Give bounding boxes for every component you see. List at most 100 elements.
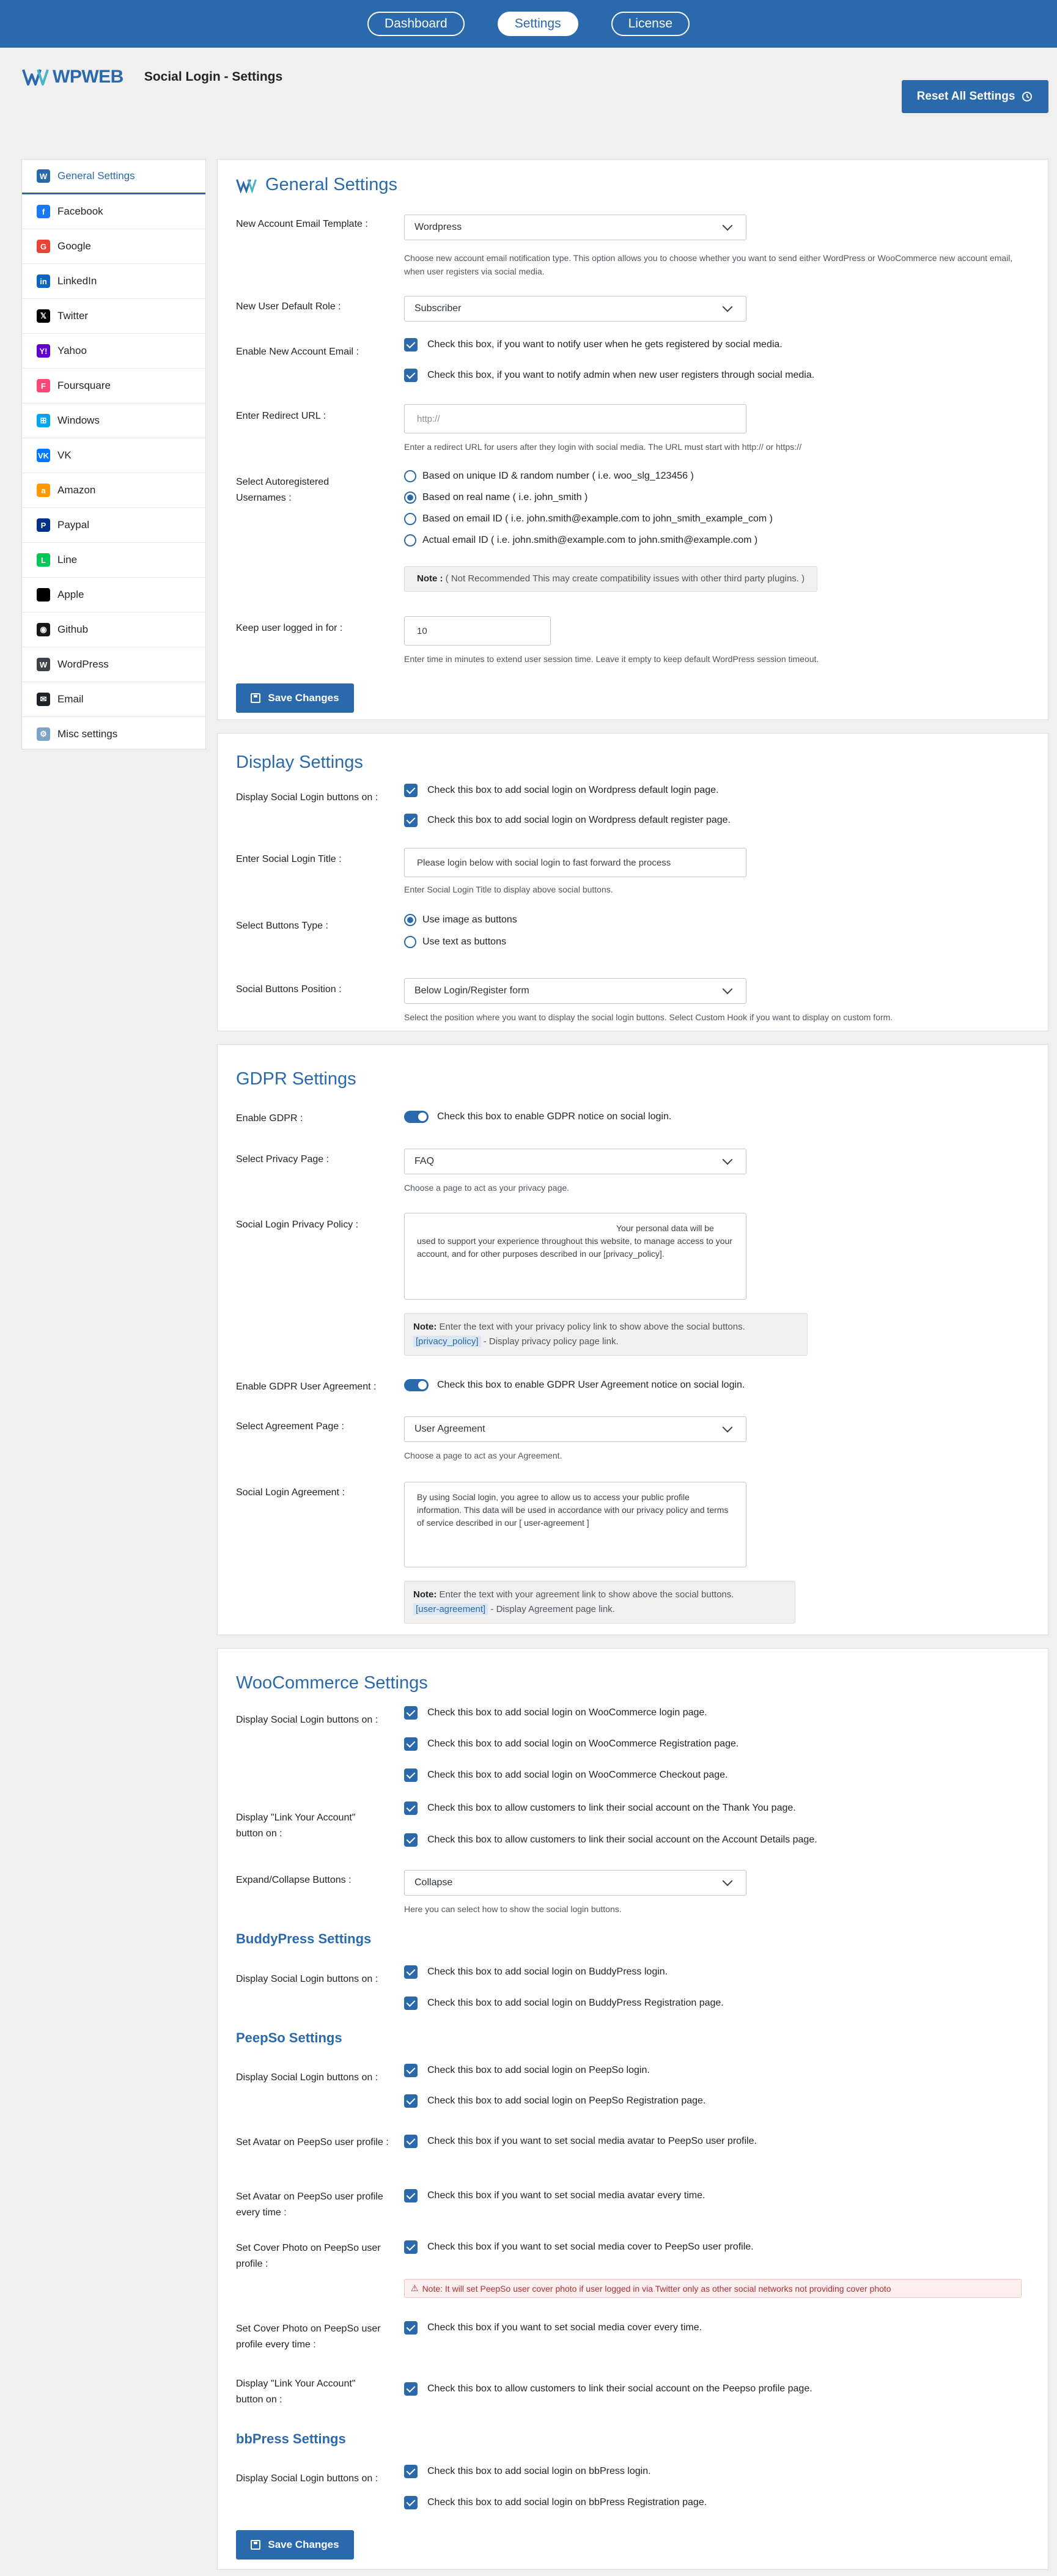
sidebar-item-windows[interactable]: ⊞ Windows [22, 403, 205, 438]
checkbox-checked-icon[interactable] [404, 2135, 418, 2148]
checkbox-checked-icon[interactable] [404, 1706, 418, 1720]
text-buttons-radio[interactable]: Use text as buttons [404, 936, 506, 948]
woo-login-checkbox[interactable]: Check this box to add social login on Wo… [404, 1706, 707, 1720]
link-thankyou-checkbox[interactable]: Check this box to allow customers to lin… [404, 1801, 796, 1815]
bp-login-checkbox[interactable]: Check this box to add social login on Bu… [404, 1965, 668, 1979]
radio-icon[interactable] [404, 513, 416, 525]
shortcode: [privacy_policy] [413, 1336, 481, 1347]
save-changes-button[interactable]: Save Changes [236, 683, 354, 713]
sidebar-item-general-settings[interactable]: W General Settings [22, 160, 205, 194]
checkbox-label: Check this box to add social login on Wo… [427, 785, 719, 795]
checkbox-checked-icon[interactable] [404, 2465, 418, 2478]
expand-collapse-select[interactable]: Collapse [404, 1870, 746, 1896]
sidebar-item-twitter[interactable]: 𝕏 Twitter [22, 299, 205, 334]
username-radio-real-name[interactable]: Based on real name ( i.e. john_smith ) [404, 491, 587, 504]
sidebar-item-line[interactable]: L Line [22, 543, 205, 578]
peepso-avatar-every-checkbox[interactable]: Check this box if you want to set social… [404, 2189, 705, 2202]
agreement-page-select[interactable]: User Agreement [404, 1416, 746, 1442]
sidebar-item-amazon[interactable]: a Amazon [22, 473, 205, 508]
checkbox-checked-icon[interactable] [404, 2496, 418, 2509]
radio-icon[interactable] [404, 470, 416, 482]
woo-checkout-checkbox[interactable]: Check this box to add social login on Wo… [404, 1768, 728, 1782]
username-radio-unique-id[interactable]: Based on unique ID & random number ( i.e… [404, 470, 694, 482]
checkbox-checked-icon[interactable] [404, 338, 418, 351]
notify-user-checkbox[interactable]: Check this box, if you want to notify us… [404, 338, 783, 351]
checkbox-checked-icon[interactable] [404, 1801, 418, 1815]
agreement-textarea[interactable]: By using Social login, you agree to allo… [404, 1482, 746, 1567]
checkbox-checked-icon[interactable] [404, 2321, 418, 2335]
radio-selected-icon[interactable] [404, 491, 416, 504]
sidebar-item-vk[interactable]: VK VK [22, 438, 205, 473]
checkbox-checked-icon[interactable] [404, 2064, 418, 2077]
buttons-position-select[interactable]: Below Login/Register form [404, 978, 746, 1004]
sidebar-item-wordpress[interactable]: W WordPress [22, 647, 205, 682]
agreement-label: Social Login Agreement : [236, 1487, 345, 1498]
checkbox-checked-icon[interactable] [404, 1768, 418, 1782]
peepso-cover-checkbox[interactable]: Check this box if you want to set social… [404, 2240, 754, 2254]
checkbox-checked-icon[interactable] [404, 784, 418, 797]
enable-gdpr-toggle[interactable]: Check this box to enable GDPR notice on … [404, 1111, 671, 1123]
radio-selected-icon[interactable] [404, 914, 416, 926]
keep-logged-input[interactable]: 10 [404, 616, 551, 646]
email-template-label: New Account Email Template : [236, 219, 368, 229]
sidebar-item-yahoo[interactable]: Y! Yahoo [22, 334, 205, 369]
woo-registration-checkbox[interactable]: Check this box to add social login on Wo… [404, 1737, 738, 1751]
radio-icon[interactable] [404, 936, 416, 948]
checkbox-checked-icon[interactable] [404, 1833, 418, 1847]
sidebar-item-github[interactable]: ◉ Github [22, 613, 205, 647]
checkbox-checked-icon[interactable] [404, 2189, 418, 2202]
checkbox-checked-icon[interactable] [404, 814, 418, 827]
toggle-switch[interactable] [404, 1111, 429, 1123]
brand-header: WPWEB Social Login - Settings [22, 65, 282, 89]
sidebar-item-misc-settings[interactable]: ⚙ Misc settings [22, 717, 205, 752]
wp-register-checkbox[interactable]: Check this box to add social login on Wo… [404, 814, 731, 827]
username-radio-email-id[interactable]: Based on email ID ( i.e. john.smith@exam… [404, 513, 773, 525]
privacy-policy-textarea[interactable]: Your personal data will be used to suppo… [404, 1213, 746, 1300]
bbpress-registration-checkbox[interactable]: Check this box to add social login on bb… [404, 2496, 707, 2509]
sidebar-item-google[interactable]: G Google [22, 229, 205, 264]
checkbox-checked-icon[interactable] [404, 369, 418, 382]
peepso-link-checkbox[interactable]: Check this box to allow customers to lin… [404, 2382, 812, 2396]
link-account-details-checkbox[interactable]: Check this box to allow customers to lin… [404, 1833, 817, 1847]
peepso-link-label: Display "Link Your Account" button on : [236, 2379, 356, 2405]
peepso-avatar-checkbox[interactable]: Check this box if you want to set social… [404, 2135, 757, 2148]
gdpr-settings-title: GDPR Settings [236, 1069, 356, 1089]
tab-license[interactable]: License [611, 12, 690, 36]
radio-icon[interactable] [404, 534, 416, 546]
peepso-cover-every-checkbox[interactable]: Check this box if you want to set social… [404, 2321, 702, 2335]
sidebar-item-paypal[interactable]: P Paypal [22, 508, 205, 543]
sidebar-item-apple[interactable]: Apple [22, 578, 205, 613]
sidebar-item-facebook[interactable]: f Facebook [22, 194, 205, 229]
username-radio-actual-email[interactable]: Actual email ID ( i.e. john.smith@exampl… [404, 534, 757, 546]
image-buttons-radio[interactable]: Use image as buttons [404, 914, 517, 926]
checkbox-checked-icon[interactable] [404, 2382, 418, 2396]
redirect-url-input[interactable]: http:// [404, 404, 746, 433]
woo-buttons-label: Display Social Login buttons on : [236, 1715, 378, 1725]
toggle-switch[interactable] [404, 1379, 429, 1391]
checkbox-checked-icon[interactable] [404, 2094, 418, 2108]
privacy-page-select[interactable]: FAQ [404, 1149, 746, 1174]
default-role-select[interactable]: Subscriber [404, 296, 746, 322]
bbpress-login-checkbox[interactable]: Check this box to add social login on bb… [404, 2465, 651, 2478]
peepso-registration-checkbox[interactable]: Check this box to add social login on Pe… [404, 2094, 705, 2108]
wp-login-checkbox[interactable]: Check this box to add social login on Wo… [404, 784, 718, 797]
checkbox-checked-icon[interactable] [404, 1737, 418, 1751]
sidebar-item-foursquare[interactable]: F Foursquare [22, 369, 205, 403]
checkbox-label: Check this box to add social login on bb… [427, 2497, 707, 2508]
sidebar-item-label: Apple [57, 589, 84, 600]
checkbox-checked-icon[interactable] [404, 1996, 418, 2010]
agreement-enable-toggle[interactable]: Check this box to enable GDPR User Agree… [404, 1379, 745, 1391]
notify-admin-checkbox[interactable]: Check this box, if you want to notify ad… [404, 369, 814, 382]
tab-settings[interactable]: Settings [497, 12, 578, 36]
tab-dashboard[interactable]: Dashboard [367, 12, 465, 36]
sidebar-item-linkedin[interactable]: in LinkedIn [22, 264, 205, 299]
sidebar-item-email[interactable]: ✉ Email [22, 682, 205, 717]
login-title-input[interactable]: Please login below with social login to … [404, 848, 746, 877]
peepso-login-checkbox[interactable]: Check this box to add social login on Pe… [404, 2064, 650, 2077]
checkbox-checked-icon[interactable] [404, 1965, 418, 1979]
reset-all-settings-button[interactable]: Reset All Settings [902, 80, 1048, 113]
bp-registration-checkbox[interactable]: Check this box to add social login on Bu… [404, 1996, 724, 2010]
email-template-select[interactable]: Wordpress [404, 215, 746, 240]
save-changes-button[interactable]: Save Changes [236, 2530, 354, 2559]
checkbox-checked-icon[interactable] [404, 2240, 418, 2254]
